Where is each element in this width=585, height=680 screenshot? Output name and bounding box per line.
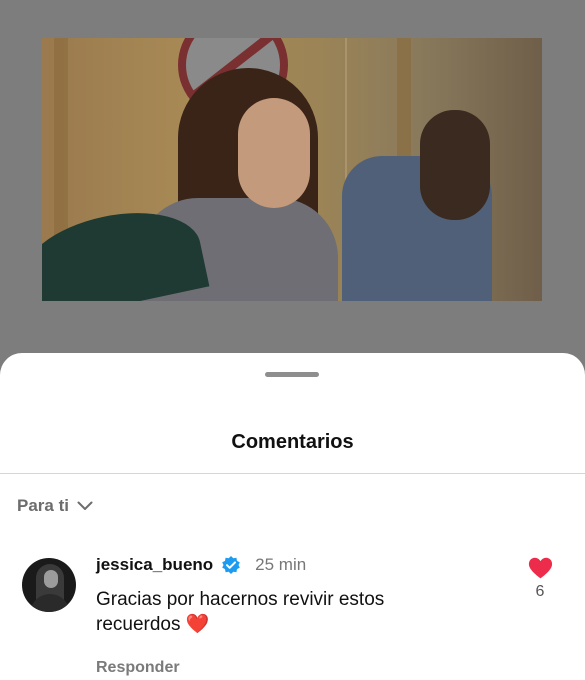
comment-meta: jessica_bueno 25 min: [96, 555, 306, 575]
person-woman-face: [238, 98, 310, 208]
verified-badge-icon: [222, 556, 240, 574]
comment-item: jessica_bueno 25 min Gracias por hacerno…: [22, 547, 562, 677]
comment-username[interactable]: jessica_bueno: [96, 555, 213, 575]
comment-body: Gracias por hacernos revivir estos recue…: [96, 589, 385, 635]
drag-handle[interactable]: [265, 372, 319, 377]
person-man-head: [420, 110, 490, 220]
filter-label: Para ti: [17, 496, 69, 515]
sheet-title: Comentarios: [231, 431, 354, 453]
avatar[interactable]: [22, 558, 76, 612]
like-button[interactable]: 6: [527, 557, 553, 601]
reply-button[interactable]: Responder: [96, 659, 180, 677]
like-count: 6: [535, 583, 545, 600]
heart-emoji: ❤️: [185, 614, 210, 635]
sort-filter-button[interactable]: Para ti: [17, 496, 93, 516]
heart-icon: [528, 557, 552, 579]
divider: [0, 473, 585, 474]
video-frame[interactable]: [42, 38, 542, 301]
comments-sheet: Comentarios Para ti jessica_bueno 25 min…: [0, 353, 585, 680]
avatar-face: [44, 570, 58, 588]
comment-time: 25 min: [255, 555, 307, 574]
comment-text: Gracias por hacernos revivir estos recue…: [96, 587, 436, 637]
chevron-down-icon: [77, 501, 93, 510]
